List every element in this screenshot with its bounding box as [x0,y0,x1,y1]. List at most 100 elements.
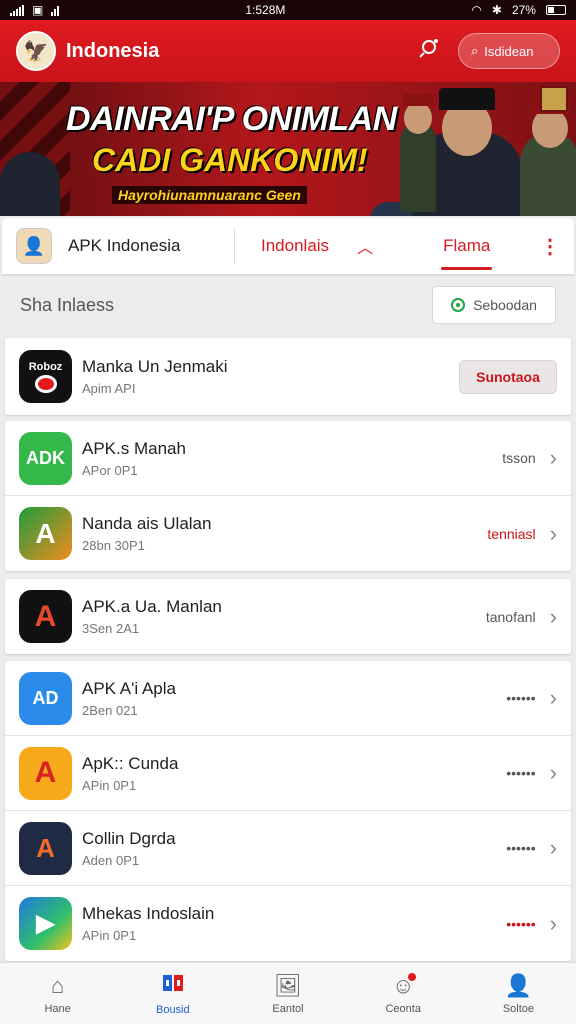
notification-icon: ▣ [32,3,44,17]
list-item[interactable]: A Collin Dgrda Aden 0P1 •••••• › [5,811,571,886]
app-list-card-2: A APK.a Ua. Manlan 3Sen 2A1 tanofanl › [5,579,571,654]
featured-action-button[interactable]: Sunotaoa [459,359,557,394]
nav-eantol[interactable]: 🖼 Eantol [230,963,345,1024]
notification-badge [407,973,416,981]
app-title: Indonesia [66,39,160,62]
app-name: Mhekas Indoslain [82,904,215,923]
home-icon: ⌂ [50,972,65,998]
app-name: Collin Dgrda [82,828,176,848]
section-header: Sha Inlaess Seboodan [0,276,576,334]
app-subtitle: 2Ben 021 [82,702,138,718]
list-item[interactable]: Roboz Manka Un Jenmaki Apim API Sunotaoa [5,338,571,415]
status-bar: ▣ 1:528M ◠ ✱ 27% [0,0,576,20]
nav-label: Eantol [272,1002,304,1015]
nav-label: Ceonta [385,1002,421,1015]
app-subtitle: 28bn 30P1 [82,538,145,553]
chevron-right-icon: › [549,910,557,936]
search-label: Isdidean [484,43,534,59]
chevron-right-icon: › [549,603,557,629]
row-status: tenniasl [487,525,536,542]
more-vertical-icon[interactable]: ⋮ [540,234,560,259]
garuda-emblem-icon[interactable]: 🦅 [16,31,56,71]
promo-banner[interactable]: DAINRAI'P ONIMLAN CADI GANKONIM! Hayrohi… [0,82,576,216]
banner-person-left [0,152,60,216]
app-list-card-3: AD APK A'i Apla 2Ben 021 •••••• › A ApK:… [5,661,571,961]
list-item[interactable]: A APK.a Ua. Manlan 3Sen 2A1 tanofanl › [5,579,571,654]
app-name: APK.a Ua. Manlan [82,597,222,616]
list-item[interactable]: ▶ Mhekas Indoslain APin 0P1 •••••• › [5,886,571,961]
nav-label: Soltoe [502,1002,535,1015]
app-name: ApK:: Cunda [82,753,179,773]
chevron-up-icon[interactable]: ︿ [357,234,373,258]
list-item[interactable]: A ApK:: Cunda APin 0P1 •••••• › [5,736,571,811]
nav-ceonta[interactable]: ☺ Ceonta [346,963,461,1024]
chevron-right-icon: › [549,760,557,785]
brand-label: APK Indonesia [68,236,181,255]
apps-icon [162,972,184,1000]
banner-badge-icon [540,86,568,112]
avatar[interactable]: 👤 [16,228,52,264]
app-icon-apka: A [19,590,72,643]
row-status: tsson [502,450,536,466]
notification-bell-icon[interactable] [418,36,442,66]
app-subtitle: APin 0P1 [82,777,137,793]
banner-subheadline: CADI GANKONIM! [92,142,368,178]
search-icon: ⌕ [471,43,479,58]
row-status: •••••• [506,915,536,932]
nav-label: Hane [44,1002,71,1015]
row-status: tanofanl [485,608,536,625]
app-list-card-1: ADK APK.s Manah APor 0P1 tsson › A Nanda… [5,421,571,571]
nav-home[interactable]: ⌂ Hane [0,963,115,1024]
row-status: •••••• [506,765,536,781]
app-header: 🦅 Indonesia ⌕ Isdidean [0,20,576,82]
list-item[interactable]: AD APK A'i Apla 2Ben 021 •••••• › [5,661,571,736]
tab-indonlais[interactable]: Indonlais [251,218,339,274]
app-icon-apla: AD [19,671,72,725]
tabs-bar: 👤 APK Indonesia Indonlais ︿ Flama ⋮ [2,218,574,274]
signal-icon [10,4,24,16]
app-icon-cunda: A [19,746,72,800]
list-item[interactable]: A Nanda ais Ulalan 28bn 30P1 tenniasl › [5,496,571,571]
list-item[interactable]: ADK APK.s Manah APor 0P1 tsson › [5,421,571,496]
chevron-right-icon: › [549,685,557,710]
signal-icon-secondary [51,5,60,16]
section-title: Sha Inlaess [20,294,115,315]
search-button[interactable]: ⌕ Isdidean [458,33,560,69]
app-name: APK A'i Apla [82,678,176,698]
nav-bousid[interactable]: Bousid [115,963,230,1024]
app-subtitle: Aden 0P1 [82,852,140,868]
app-subtitle: APor 0P1 [82,462,138,478]
gallery-icon: 🖼 [274,972,302,998]
bluetooth-icon: ✱ [491,3,502,17]
app-subtitle: Apim API [82,381,136,396]
app-icon-nanda: A [19,507,72,560]
bottom-nav: ⌂ Hane Bousid 🖼 Eantol ☺ Ceonta 👤 Soltoe [0,962,576,1024]
chevron-right-icon: › [549,835,557,860]
radio-icon [451,298,466,312]
row-status: •••••• [506,840,536,856]
row-status: •••••• [506,690,536,706]
app-name: Nanda ais Ulalan [82,514,212,533]
select-button[interactable]: Seboodan [432,286,556,324]
tab-flama[interactable]: Flama [433,218,500,274]
chevron-right-icon: › [549,445,557,470]
nav-soltoe[interactable]: 👤 Soltoe [461,963,576,1024]
wifi-icon: ◠ [471,3,482,17]
app-icon-collin: A [19,821,72,875]
chevron-right-icon: › [549,520,557,546]
app-icon-apk: ADK [19,431,72,485]
banner-headline: DAINRAI'P ONIMLAN [66,100,397,138]
select-label: Seboodan [473,297,537,313]
app-icon-text: Roboz [28,360,63,373]
status-time: 1:528M [245,3,286,17]
battery-icon [545,5,566,15]
featured-card: Roboz Manka Un Jenmaki Apim API Sunotaoa [5,338,571,415]
banner-person-back [400,94,436,212]
app-name: APK.s Manah [82,438,186,458]
app-subtitle: APin 0P1 [82,928,137,943]
app-icon-mhekas: ▶ [19,897,72,950]
nav-label: Bousid [155,1003,190,1016]
battery-percent: 27% [511,3,536,17]
app-subtitle: 3Sen 2A1 [82,621,140,636]
app-icon-roboz: Roboz [19,350,72,403]
